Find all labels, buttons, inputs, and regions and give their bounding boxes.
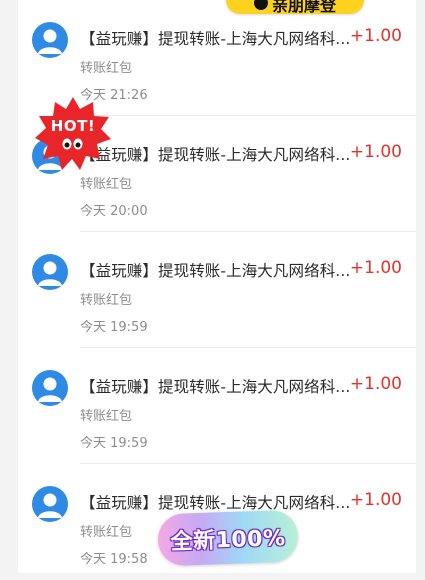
transaction-title: 【益玩赚】提现转账-上海大凡网络科... <box>80 494 351 512</box>
transaction-type: 转账红包 <box>80 525 133 540</box>
transaction-title: 【益玩赚】提现转账-上海大凡网络科... <box>80 378 351 396</box>
transaction-title: 【益玩赚】提现转账-上海大凡网络科... <box>80 262 351 280</box>
list-item[interactable]: 【益玩赚】提现转账-上海大凡网络科... +1.00 转账红包 今天 19:59 <box>18 232 416 348</box>
transaction-type: 转账红包 <box>80 177 133 192</box>
list-item[interactable]: 【益玩赚】提现转账-上海大凡网络科... +1.00 转账红包 今天 19:59 <box>18 348 416 464</box>
transaction-type: 转账红包 <box>80 61 133 76</box>
user-avatar-icon <box>32 486 68 522</box>
transaction-type: 转账红包 <box>80 409 133 424</box>
banner-dot-icon <box>253 0 268 10</box>
transaction-time: 今天 19:58 <box>80 552 148 567</box>
user-avatar-icon <box>32 370 68 406</box>
transaction-time: 今天 19:59 <box>80 436 148 451</box>
new-sticker-label: 全新100% <box>170 525 286 555</box>
hot-starburst-icon: HOT! <box>34 95 112 173</box>
new-sticker: 全新100% <box>157 509 299 567</box>
transaction-time: 今天 19:59 <box>80 320 148 335</box>
transaction-title: 【益玩赚】提现转账-上海大凡网络科... <box>80 146 351 164</box>
transaction-amount: +1.00 <box>349 374 402 394</box>
banner-text: 亲朋摩登 <box>271 0 336 15</box>
transaction-amount: +1.00 <box>349 258 402 278</box>
transaction-amount: +1.00 <box>349 26 402 46</box>
transaction-amount: +1.00 <box>349 490 402 510</box>
transaction-time: 今天 20:00 <box>80 204 148 219</box>
user-avatar-icon <box>32 254 68 290</box>
transaction-amount: +1.00 <box>349 142 402 162</box>
user-avatar-icon <box>32 22 68 58</box>
transaction-list: 【益玩赚】提现转账-上海大凡网络科... +1.00 转账红包 今天 21:26… <box>18 0 416 573</box>
top-banner: 亲朋摩登 <box>226 0 364 15</box>
transaction-type: 转账红包 <box>80 293 133 308</box>
hot-label: HOT! <box>50 117 96 135</box>
transaction-title: 【益玩赚】提现转账-上海大凡网络科... <box>80 30 351 48</box>
